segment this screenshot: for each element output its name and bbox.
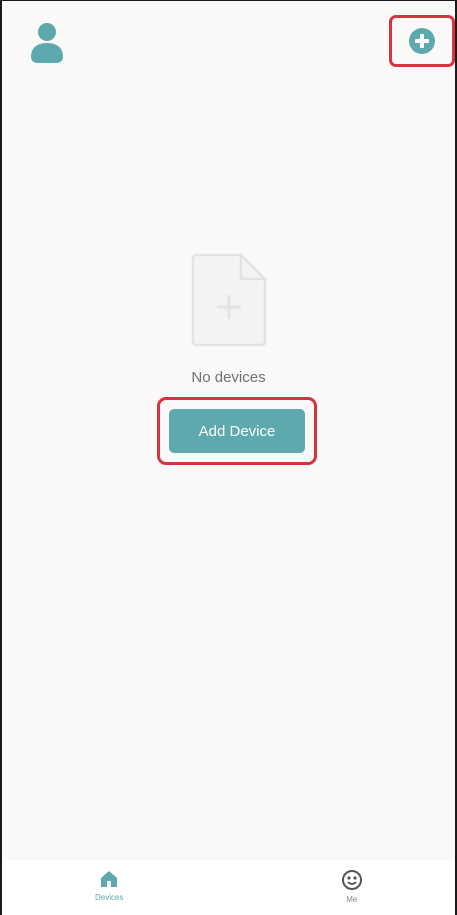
profile-button[interactable]	[24, 19, 70, 65]
empty-message: No devices	[191, 369, 266, 386]
home-icon	[101, 871, 118, 887]
app-screen: No devices Add Device Devices Me	[0, 0, 457, 915]
smiley-icon	[341, 870, 362, 890]
add-device-button[interactable]: Add Device	[169, 409, 305, 453]
nav-label-me: Me	[346, 895, 358, 904]
nav-label-devices: Devices	[95, 893, 124, 902]
nav-item-me[interactable]: Me	[239, 860, 456, 915]
document-plus-icon	[191, 253, 266, 347]
empty-state: No devices	[2, 253, 455, 386]
bottom-nav: Devices Me	[2, 860, 455, 915]
user-icon	[31, 23, 63, 63]
add-device-top-button[interactable]	[389, 15, 455, 67]
add-device-button-highlight: Add Device	[157, 397, 317, 465]
nav-item-devices[interactable]: Devices	[2, 860, 223, 915]
plus-circle-icon	[409, 28, 435, 54]
